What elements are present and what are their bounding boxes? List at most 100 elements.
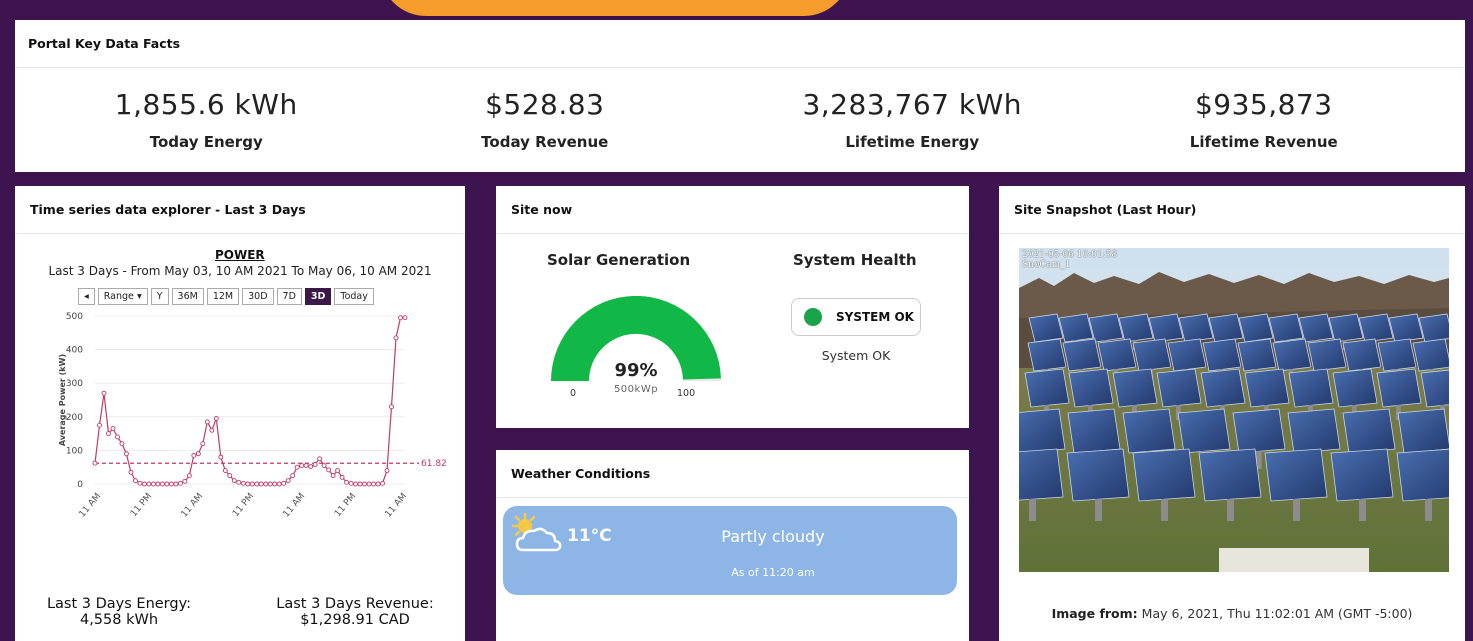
solar-panel-shape bbox=[1232, 408, 1286, 454]
data-point bbox=[159, 481, 165, 487]
data-point bbox=[344, 479, 350, 485]
gauge-unit: 500kWp bbox=[613, 384, 659, 395]
weather-as-of: As of 11:20 am bbox=[731, 566, 815, 579]
data-point bbox=[128, 469, 134, 475]
chart-title: POWER bbox=[215, 248, 265, 262]
data-point bbox=[137, 480, 143, 486]
x-tick-label: 11 PM bbox=[333, 492, 358, 520]
image-from-label: Image from: bbox=[1051, 606, 1138, 621]
health-status-text: System OK bbox=[821, 348, 891, 363]
chart-subtitle: Last 3 Days - From May 03, 10 AM 2021 To… bbox=[48, 264, 432, 278]
kpi-lifetime-revenue: $935,873 Lifetime Revenue bbox=[1083, 68, 1446, 172]
y-axis-label: Average Power (kW) bbox=[58, 354, 67, 446]
kpi-today-revenue: $528.83 Today Revenue bbox=[364, 68, 727, 172]
power-line-chart: 0 100 200 300 400 500 Average Power (kW) 61.82 1… bbox=[58, 312, 447, 520]
solar-panel-shape bbox=[1068, 368, 1114, 408]
data-point bbox=[299, 463, 305, 468]
data-point bbox=[240, 480, 246, 486]
solar-panel-shape bbox=[1148, 313, 1184, 343]
solar-panel-shape bbox=[1377, 338, 1417, 372]
solar-panel-shape bbox=[1024, 368, 1070, 408]
solar-panel-shape bbox=[1200, 368, 1246, 408]
solar-panel-shape bbox=[1288, 368, 1334, 408]
data-point bbox=[303, 463, 309, 468]
data-point bbox=[254, 481, 260, 487]
solar-panel-shape bbox=[1088, 313, 1124, 343]
solar-panel-shape bbox=[1287, 408, 1341, 454]
data-point bbox=[168, 481, 174, 487]
revenue-summary: Last 3 Days Revenue: $1,298.91 CAD bbox=[265, 596, 445, 628]
solar-panel-shape bbox=[1202, 338, 1242, 372]
data-point bbox=[236, 479, 242, 485]
data-point bbox=[272, 481, 278, 487]
kpi-value: $528.83 bbox=[485, 88, 605, 121]
key-facts-title: Portal Key Data Facts bbox=[15, 20, 1465, 68]
y-tick-label: 400 bbox=[66, 346, 83, 356]
container-object bbox=[1219, 548, 1369, 572]
solar-panel-shape bbox=[1167, 338, 1207, 372]
x-tick-label: 11 AM bbox=[281, 492, 307, 520]
data-point bbox=[380, 480, 385, 486]
data-point bbox=[285, 478, 291, 484]
panel-post-shape bbox=[1029, 499, 1036, 521]
solar-panel-shape bbox=[1156, 368, 1202, 408]
data-point bbox=[209, 427, 215, 433]
data-point bbox=[267, 481, 273, 487]
data-point bbox=[141, 481, 147, 487]
solar-panel-shape bbox=[1067, 408, 1121, 454]
solar-panel-shape bbox=[1307, 338, 1347, 372]
solar-panel-shape bbox=[1058, 313, 1094, 343]
solar-panel-shape bbox=[1412, 338, 1449, 372]
health-badge-label: SYSTEM OK bbox=[836, 310, 914, 324]
power-series-line bbox=[94, 317, 405, 485]
data-point bbox=[357, 481, 363, 487]
data-point bbox=[353, 481, 359, 487]
solar-panel-shape bbox=[1019, 448, 1064, 501]
data-point bbox=[97, 422, 102, 428]
data-point bbox=[173, 481, 179, 487]
revenue-summary-label: Last 3 Days Revenue: bbox=[276, 596, 434, 612]
site-camera-image[interactable]: 2021-05-06 10:01:58 SnoCam_1 bbox=[1019, 248, 1449, 572]
solar-panel-shape bbox=[1066, 448, 1130, 502]
data-point bbox=[326, 467, 332, 473]
solar-panel-shape bbox=[1332, 368, 1378, 408]
x-tick-label: 11 AM bbox=[383, 492, 409, 520]
energy-summary-value: 4,558 kWh bbox=[79, 612, 159, 628]
data-point bbox=[195, 451, 201, 457]
data-point bbox=[371, 481, 377, 487]
panel-post-shape bbox=[1161, 499, 1168, 521]
data-point bbox=[150, 481, 156, 487]
kpi-value: $935,873 bbox=[1194, 88, 1333, 121]
data-point bbox=[222, 468, 228, 474]
data-point bbox=[213, 416, 219, 421]
y-tick-label: 500 bbox=[66, 312, 83, 322]
solar-panel-shape bbox=[1264, 448, 1328, 502]
solar-panel-shape bbox=[1118, 313, 1154, 343]
solar-panel-shape bbox=[1272, 338, 1312, 372]
data-point bbox=[245, 481, 251, 487]
data-point bbox=[177, 480, 183, 486]
solar-panel-shape bbox=[1397, 408, 1449, 454]
data-point bbox=[366, 481, 372, 487]
energy-summary: Last 3 Days Energy: 4,558 kWh bbox=[39, 596, 199, 628]
data-point bbox=[110, 426, 116, 432]
solar-panel-shape bbox=[1342, 338, 1382, 372]
solar-panel-shape bbox=[1178, 313, 1214, 343]
solar-panel-shape bbox=[1132, 338, 1172, 372]
weather-panel: 11°C Partly cloudy As of 11:20 am bbox=[503, 506, 957, 595]
solar-panel-shape bbox=[1376, 368, 1422, 408]
solar-array-photo bbox=[1019, 248, 1449, 572]
panel-post-shape bbox=[1293, 499, 1300, 521]
solar-panel-shape bbox=[1208, 313, 1244, 343]
solar-panel-shape bbox=[1028, 313, 1064, 343]
timeseries-title: Time series data explorer - Last 3 Days bbox=[15, 186, 465, 234]
solar-panel-shape bbox=[1122, 408, 1176, 454]
kpi-today-energy: 1,855.6 kWh Today Energy bbox=[25, 68, 388, 172]
data-point bbox=[398, 315, 403, 321]
data-point bbox=[123, 451, 129, 457]
x-tick-label: 11 AM bbox=[179, 492, 205, 520]
data-point bbox=[321, 463, 327, 468]
solar-panel-shape bbox=[1198, 448, 1262, 502]
weather-card: Weather Conditions 11°C Partly cloudy As… bbox=[496, 450, 969, 641]
gauge-percent: 99% bbox=[614, 360, 658, 381]
